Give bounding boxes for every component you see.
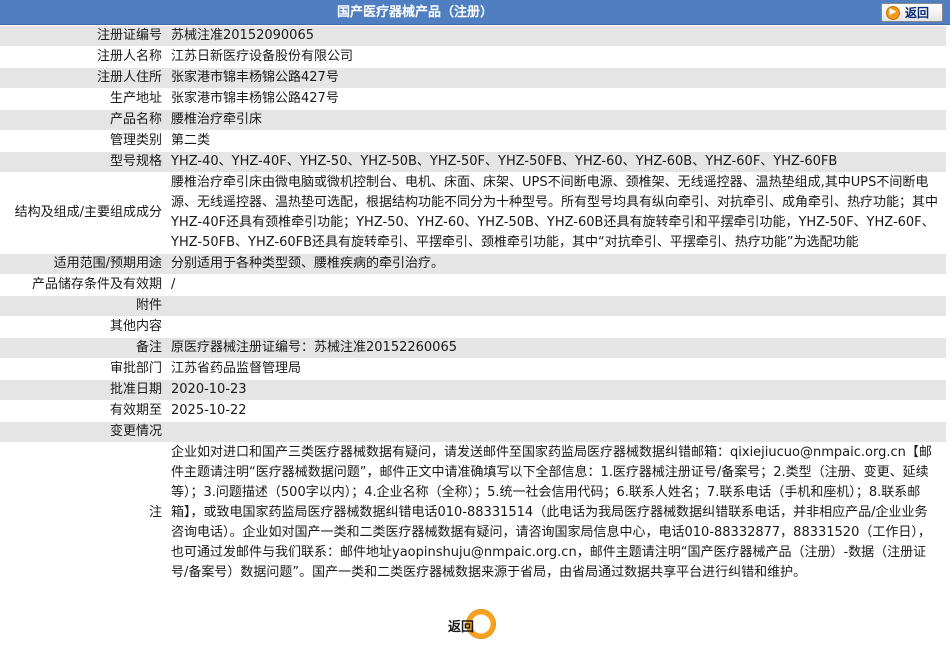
field-value: 江苏日新医疗设备股份有限公司	[165, 46, 946, 68]
info-center-email-link[interactable]: yaopinshuju@nmpaic.org.cn	[392, 545, 577, 560]
field-label: 产品名称	[0, 109, 165, 131]
field-label: 批准日期	[0, 379, 165, 401]
arrow-right-icon: ▶	[886, 5, 900, 20]
field-value	[165, 295, 946, 317]
field-label: 附件	[0, 295, 165, 317]
page-header: 国产医疗器械产品（注册） ▶ 返回	[0, 0, 950, 25]
table-row: 管理类别 第二类	[0, 130, 946, 152]
table-row: 变更情况	[0, 421, 946, 443]
field-label: 注册证编号	[0, 26, 165, 47]
table-row: 备注 原医疗器械注册证编号：苏械注准20152260065	[0, 337, 946, 359]
field-label: 生产地址	[0, 88, 165, 110]
field-label: 变更情况	[0, 421, 165, 443]
field-label: 其他内容	[0, 316, 165, 338]
field-label: 适用范围/预期用途	[0, 253, 165, 275]
field-label: 型号规格	[0, 151, 165, 173]
field-value: /	[165, 274, 946, 296]
field-value: 第二类	[165, 130, 946, 152]
field-value: 腰椎治疗牵引床由微电脑或微机控制台、电机、床面、床架、UPS不间断电源、颈椎架、…	[165, 172, 946, 254]
field-label: 管理类别	[0, 130, 165, 152]
page-title: 国产医疗器械产品（注册）	[336, 5, 493, 20]
table-row: 有效期至 2025-10-22	[0, 400, 946, 422]
field-value: YHZ-40、YHZ-40F、YHZ-50、YHZ-50B、YHZ-50F、YH…	[165, 151, 946, 173]
table-row: 注册人住所 张家港市锦丰杨锦公路427号	[0, 67, 946, 89]
table-row: 适用范围/预期用途 分别适用于各种类型颈、腰椎疾病的牵引治疗。	[0, 253, 946, 275]
field-value: 原医疗器械注册证编号：苏械注准20152260065	[165, 337, 946, 359]
field-value: 分别适用于各种类型颈、腰椎疾病的牵引治疗。	[165, 253, 946, 275]
table-row: 生产地址 张家港市锦丰杨锦公路427号	[0, 88, 946, 110]
field-label: 注册人住所	[0, 67, 165, 89]
table-row-note: 注 企业如对进口和国产三类医疗器械数据有疑问，请发送邮件至国家药监局医疗器械数据…	[0, 442, 946, 584]
field-value: 腰椎治疗牵引床	[165, 109, 946, 131]
field-value: 张家港市锦丰杨锦公路427号	[165, 67, 946, 89]
table-row: 审批部门 江苏省药品监督管理局	[0, 358, 946, 380]
field-value: 2025-10-22	[165, 400, 946, 422]
note-label: 注	[0, 442, 165, 584]
note-part-1: 企业如对进口和国产三类医疗器械数据有疑问，请发送邮件至国家药监局医疗器械数据纠错…	[171, 445, 731, 460]
field-label: 结构及组成/主要组成成分	[0, 172, 165, 254]
field-label: 产品储存条件及有效期	[0, 274, 165, 296]
table-row: 附件	[0, 295, 946, 317]
field-label: 审批部门	[0, 358, 165, 380]
back-button-top[interactable]: ▶ 返回	[881, 3, 943, 22]
table-row: 其他内容	[0, 316, 946, 338]
table-row: 注册人名称 江苏日新医疗设备股份有限公司	[0, 46, 946, 68]
field-value: 2020-10-23	[165, 379, 946, 401]
field-label: 有效期至	[0, 400, 165, 422]
field-value: 苏械注准20152090065	[165, 26, 946, 47]
note-text: 企业如对进口和国产三类医疗器械数据有疑问，请发送邮件至国家药监局医疗器械数据纠错…	[165, 442, 946, 584]
note-part-2: 【邮件主题请注明“医疗器械数据问题”，邮件正文中请准确填写以下全部信息：1.医疗…	[171, 445, 932, 560]
field-value: 张家港市锦丰杨锦公路427号	[165, 88, 946, 110]
field-value	[165, 316, 946, 338]
field-value: 江苏省药品监督管理局	[165, 358, 946, 380]
table-row: 结构及组成/主要组成成分 腰椎治疗牵引床由微电脑或微机控制台、电机、床面、床架、…	[0, 172, 946, 254]
table-row: 批准日期 2020-10-23	[0, 379, 946, 401]
field-label: 注册人名称	[0, 46, 165, 68]
back-button-bottom[interactable]: 返回	[444, 609, 496, 639]
field-label: 备注	[0, 337, 165, 359]
table-row: 产品名称 腰椎治疗牵引床	[0, 109, 946, 131]
back-button-label: 返回	[905, 6, 930, 20]
field-value	[165, 421, 946, 443]
back-button-bottom-label: 返回	[448, 620, 475, 635]
table-row: 产品储存条件及有效期 /	[0, 274, 946, 296]
correction-email-link[interactable]: qixiejiucuo@nmpaic.org.cn	[730, 445, 906, 460]
table-row: 注册证编号 苏械注准20152090065	[0, 26, 946, 47]
table-row: 型号规格 YHZ-40、YHZ-40F、YHZ-50、YHZ-50B、YHZ-5…	[0, 151, 946, 173]
product-detail-table: 注册证编号 苏械注准20152090065 注册人名称 江苏日新医疗设备股份有限…	[0, 26, 946, 584]
